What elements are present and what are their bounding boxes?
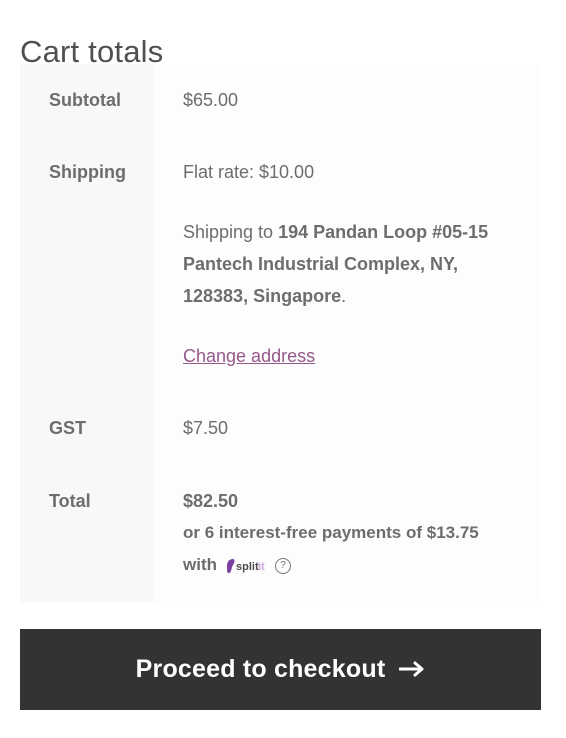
- shipping-suffix: .: [341, 286, 347, 306]
- change-address-link[interactable]: Change address: [183, 340, 315, 372]
- total-value: $82.50: [183, 491, 239, 511]
- total-label: Total: [20, 465, 154, 602]
- gst-label: GST: [20, 392, 154, 465]
- installments-with-line: with split it ?: [183, 549, 520, 581]
- splitit-logo-icon: split it: [223, 557, 269, 575]
- splitit-brand-text: split: [236, 561, 259, 573]
- with-label: with: [183, 555, 217, 574]
- shipping-label: Shipping: [20, 136, 154, 392]
- shipping-to-prefix: Shipping to: [183, 222, 274, 242]
- cart-totals-table: Subtotal $65.00 Shipping Flat rate: $10.…: [20, 64, 540, 602]
- gst-row: GST $7.50: [20, 392, 540, 465]
- gst-value: $7.50: [154, 392, 540, 465]
- splitit-brand-suffix: it: [258, 561, 265, 573]
- subtotal-row: Subtotal $65.00: [20, 64, 540, 136]
- shipping-row: Shipping Flat rate: $10.00 Shipping to 1…: [20, 136, 540, 392]
- subtotal-label: Subtotal: [20, 64, 154, 136]
- proceed-to-checkout-button[interactable]: Proceed to checkout: [20, 629, 541, 710]
- shipping-destination: Shipping to 194 Pandan Loop #05-15 Pante…: [183, 216, 520, 312]
- checkout-label: Proceed to checkout: [135, 655, 386, 683]
- arrow-right-icon: [398, 655, 425, 684]
- subtotal-value: $65.00: [154, 64, 540, 136]
- total-details: $82.50 or 6 interest-free payments of $1…: [154, 465, 540, 602]
- shipping-rate: Flat rate: $10.00: [183, 162, 315, 182]
- installments-text: or 6 interest-free payments of $13.75: [183, 523, 479, 542]
- total-row: Total $82.50 or 6 interest-free payments…: [20, 465, 540, 602]
- help-circle-icon[interactable]: ?: [275, 557, 291, 574]
- shipping-details: Flat rate: $10.00 Shipping to 194 Pandan…: [154, 136, 540, 392]
